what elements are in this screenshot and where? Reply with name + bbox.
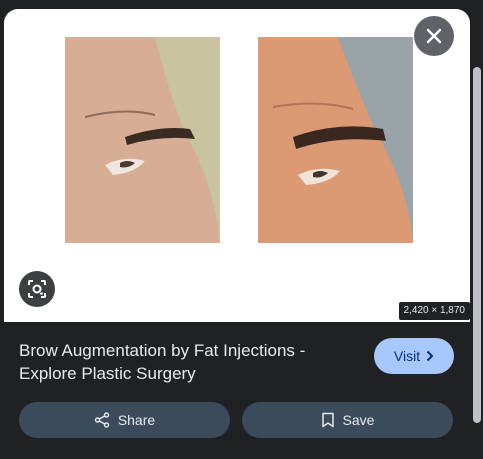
visit-label: Visit <box>393 348 421 364</box>
scrollbar-thumb[interactable] <box>473 67 481 423</box>
visit-button[interactable]: Visit <box>374 338 454 374</box>
save-button[interactable]: Save <box>242 402 453 438</box>
image-preview[interactable]: 2,420 × 1,870 <box>4 9 470 322</box>
bookmark-icon <box>321 412 334 428</box>
scrollbar[interactable] <box>471 9 483 459</box>
lens-icon <box>28 280 46 298</box>
before-photo <box>65 37 220 243</box>
close-button[interactable] <box>414 16 454 56</box>
save-label: Save <box>342 412 375 428</box>
image-viewer-panel: 2,420 × 1,870 Brow Augmentation by Fat I… <box>4 9 470 459</box>
close-icon <box>426 28 442 44</box>
share-label: Share <box>117 412 156 428</box>
after-photo <box>258 37 413 243</box>
image-dimensions: 2,420 × 1,870 <box>398 302 470 320</box>
share-icon <box>94 412 110 428</box>
result-title[interactable]: Brow Augmentation by Fat Injections - Ex… <box>19 339 339 385</box>
lens-search-button[interactable] <box>19 271 55 307</box>
share-button[interactable]: Share <box>19 402 230 438</box>
chevron-right-icon <box>426 350 434 362</box>
